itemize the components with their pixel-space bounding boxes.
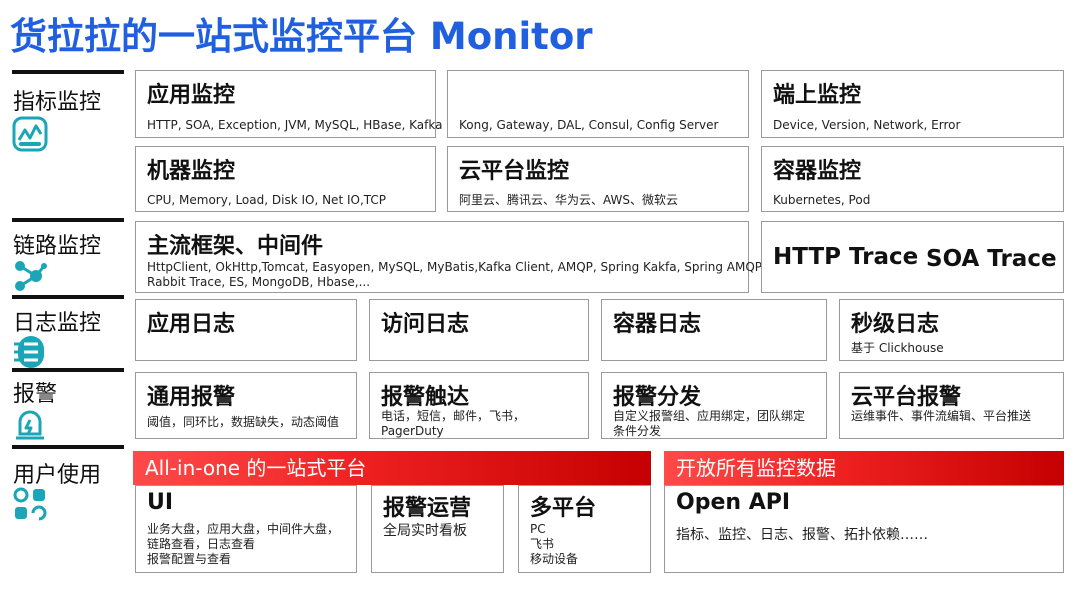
box-title: 云平台监控 <box>459 159 570 184</box>
metrics-edge-box: 端上监控 Device, Version, Network, Error <box>761 70 1064 138</box>
box-title: UI <box>147 490 174 515</box>
box-desc: HttpClient, OkHttp,Tomcat, Easyopen, MyS… <box>147 260 766 290</box>
banner-all-in-one: All-in-one 的一站式平台 <box>133 451 651 485</box>
box-title: 应用监控 <box>147 83 236 108</box>
box-desc: Kubernetes, Pod <box>773 193 871 207</box>
http-trace-label: HTTP Trace <box>773 244 919 270</box>
log-list-icon <box>14 336 44 368</box>
category-divider <box>12 218 124 222</box>
box-title: 多平台 <box>530 496 597 521</box>
desc-line: 报警配置与查看 <box>147 552 232 566</box>
metrics-container-box: 容器监控 Kubernetes, Pod <box>761 146 1064 212</box>
category-label-trace: 链路监控 <box>13 234 102 259</box>
category-divider <box>12 70 124 74</box>
box-title: 机器监控 <box>147 159 236 184</box>
trace-protocol-box: HTTP Trace SOA Trace <box>761 221 1064 293</box>
desc-line: 移动设备 <box>530 552 579 566</box>
box-desc: Kong, Gateway, DAL, Consul, Config Serve… <box>459 118 719 132</box>
line-chart-icon <box>12 116 48 152</box>
metrics-app-box: 应用监控 HTTP, SOA, Exception, JVM, MySQL, H… <box>135 70 442 138</box>
log-app-box: 应用日志 <box>135 299 357 361</box>
log-second-box: 秒级日志 基于 Clickhouse <box>839 299 1064 361</box>
box-title: 端上监控 <box>773 83 862 108</box>
box-title: 报警分发 <box>613 385 702 410</box>
desc-line: 业务大盘，应用大盘，中间件大盘， <box>147 522 340 536</box>
box-desc: 自定义报警组、应用绑定，团队绑定 条件分发 <box>613 409 805 439</box>
log-container-box: 容器日志 <box>601 299 827 361</box>
usage-ops-box: 报警运营 全局实时看板 <box>371 485 504 573</box>
category-label-logs: 日志监控 <box>13 311 102 336</box>
desc-line: HttpClient, OkHttp,Tomcat, Easyopen, MyS… <box>147 260 766 274</box>
alert-cloud-box: 云平台报警 运维事件、事件流编辑、平台推送 <box>839 372 1064 439</box>
box-title: 报警触达 <box>381 385 470 410</box>
log-access-box: 访问日志 <box>369 299 589 361</box>
box-desc: 指标、监控、日志、报警、拓扑依赖…… <box>676 527 928 543</box>
metrics-gateway-box: Kong, Gateway, DAL, Consul, Config Serve… <box>447 70 749 138</box>
desc-line: 条件分发 <box>613 424 662 438</box>
box-desc: HTTP, SOA, Exception, JVM, MySQL, HBase,… <box>147 118 443 132</box>
box-title: 访问日志 <box>381 312 470 337</box>
category-label-usage: 用户使用 <box>13 463 102 488</box>
box-title: 云平台报警 <box>851 385 962 410</box>
box-desc: Device, Version, Network, Error <box>773 118 961 132</box>
desc-line: 电话，短信，邮件，飞书， <box>381 409 526 423</box>
banner-open-data: 开放所有监控数据 <box>664 451 1064 485</box>
desc-line: Rabbit Trace, ES, MongoDB, Hbase,... <box>147 275 371 289</box>
usage-multi-box: 多平台 PC 飞书 移动设备 <box>518 485 651 573</box>
desc-line: 自定义报警组、应用绑定，团队绑定 <box>613 409 806 423</box>
box-desc: 全局实时看板 <box>383 523 467 539</box>
box-desc: 运维事件、事件流编辑、平台推送 <box>851 409 1032 423</box>
desc-line: 链路查看，日志查看 <box>147 537 256 551</box>
category-divider <box>12 368 124 372</box>
box-desc: 阈值，同环比，数据缺失，动态阈值 <box>147 415 340 429</box>
category-label-alerts: 报警 <box>13 382 58 407</box>
category-divider <box>12 295 124 299</box>
box-desc: CPU, Memory, Load, Disk IO, Net IO,TCP <box>147 193 386 207</box>
box-desc: 电话，短信，邮件，飞书， PagerDuty <box>381 409 525 439</box>
alert-trigger-box: 报警触达 电话，短信，邮件，飞书， PagerDuty <box>369 372 589 439</box>
box-desc: 业务大盘，应用大盘，中间件大盘， 链路查看，日志查看 报警配置与查看 <box>147 522 339 567</box>
usage-ui-box: UI 业务大盘，应用大盘，中间件大盘， 链路查看，日志查看 报警配置与查看 <box>135 485 357 573</box>
box-title: 容器日志 <box>613 312 702 337</box>
alarm-bell-icon <box>16 410 44 440</box>
desc-line: PC <box>530 522 546 536</box>
box-title: 报警运营 <box>383 496 472 521</box>
metrics-machine-box: 机器监控 CPU, Memory, Load, Disk IO, Net IO,… <box>135 146 436 212</box>
box-desc: PC 飞书 移动设备 <box>530 522 578 567</box>
category-label-metrics: 指标监控 <box>13 90 102 115</box>
metrics-cloud-box: 云平台监控 阿里云、腾讯云、华为云、AWS、微软云 <box>447 146 749 212</box>
alert-dispatch-box: 报警分发 自定义报警组、应用绑定，团队绑定 条件分发 <box>601 372 827 439</box>
usage-api-box: Open API 指标、监控、日志、报警、拓扑依赖…… <box>664 485 1064 573</box>
soa-trace-label: SOA Trace <box>926 246 1057 272</box>
box-title: 主流框架、中间件 <box>147 234 324 259</box>
grid-apps-icon <box>13 487 47 521</box>
box-title: 通用报警 <box>147 385 236 410</box>
category-divider <box>12 445 124 449</box>
box-title: Open API <box>676 490 791 515</box>
page-title: 货拉拉的一站式监控平台 Monitor <box>10 15 593 58</box>
alert-general-box: 通用报警 阈值，同环比，数据缺失，动态阈值 <box>135 372 357 439</box>
network-nodes-icon <box>15 261 47 291</box>
box-title: 秒级日志 <box>851 312 940 337</box>
box-title: 容器监控 <box>773 159 862 184</box>
desc-line: PagerDuty <box>381 424 444 438</box>
box-desc: 阿里云、腾讯云、华为云、AWS、微软云 <box>459 193 679 207</box>
box-title: 应用日志 <box>147 312 236 337</box>
trace-framework-box: 主流框架、中间件 HttpClient, OkHttp,Tomcat, Easy… <box>135 221 766 293</box>
box-desc: 基于 Clickhouse <box>851 341 944 355</box>
desc-line: 飞书 <box>530 537 555 551</box>
